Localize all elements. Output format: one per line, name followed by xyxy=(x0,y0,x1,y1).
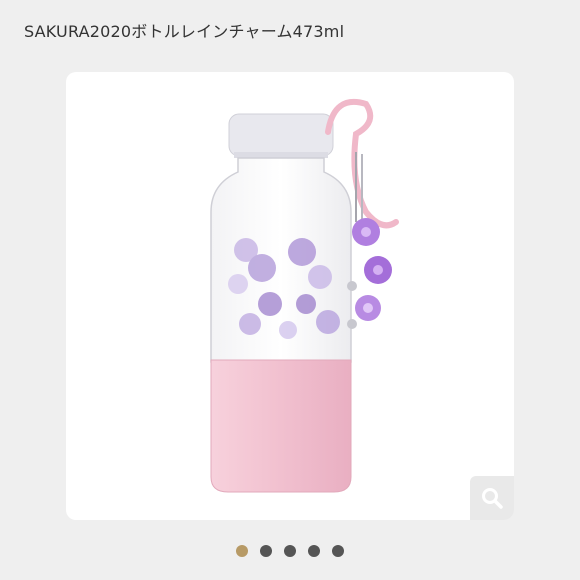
carousel-dot[interactable] xyxy=(284,545,296,557)
product-title: SAKURA2020ボトルレインチャーム473ml xyxy=(24,22,345,41)
zoom-button[interactable] xyxy=(470,476,514,520)
carousel-dot[interactable] xyxy=(260,545,272,557)
carousel-dot[interactable] xyxy=(332,545,344,557)
charm-flowers xyxy=(347,218,392,329)
carousel-pagination xyxy=(0,545,580,559)
carousel-dot[interactable] xyxy=(236,545,248,557)
product-image-card[interactable] xyxy=(66,72,514,520)
product-image xyxy=(210,99,399,493)
search-icon xyxy=(482,488,503,509)
bottle-cap xyxy=(228,113,334,157)
carousel-dot[interactable] xyxy=(308,545,320,557)
bottle-sleeve xyxy=(210,359,352,493)
